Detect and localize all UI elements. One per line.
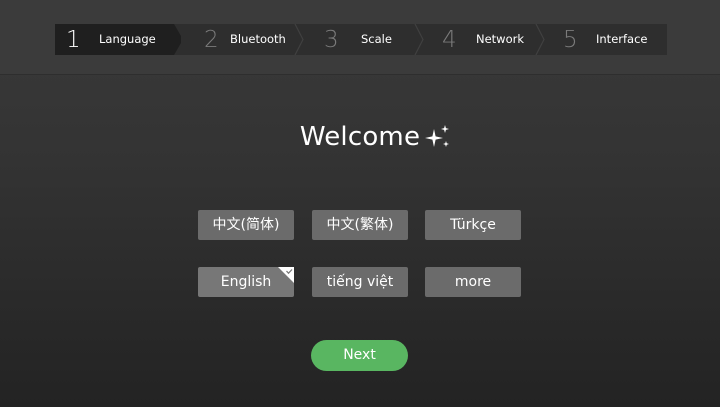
next-button[interactable]: Next — [311, 340, 408, 371]
language-option-more[interactable]: more — [425, 267, 521, 297]
language-option-vietnamese[interactable]: tiếng việt — [312, 267, 408, 297]
step-label: Scale — [361, 32, 392, 46]
step-number: 4 — [442, 27, 457, 53]
language-option-turkish[interactable]: Türkçe — [425, 210, 521, 240]
step-language[interactable]: 1 Language — [55, 24, 181, 55]
step-number: 2 — [204, 27, 219, 53]
step-interface[interactable]: 5 Interface — [552, 24, 667, 55]
language-option-english[interactable]: English — [198, 267, 294, 297]
sparkle-icon — [425, 125, 449, 147]
language-option-label: English — [220, 274, 272, 290]
chevron-right-icon — [535, 24, 545, 55]
welcome-header: Welcome — [0, 122, 720, 152]
step-number: 5 — [563, 27, 578, 53]
setup-stepper: 1 Language 2 Bluetooth 3 Scale 4 Network… — [55, 24, 667, 55]
step-label: Language — [99, 32, 156, 46]
step-number: 1 — [66, 27, 81, 53]
step-label: Interface — [596, 32, 648, 46]
language-option-simplified-chinese[interactable]: 中文(简体) — [198, 210, 294, 240]
chevron-right-icon — [414, 24, 424, 55]
page-title: Welcome — [299, 122, 421, 152]
step-number: 3 — [324, 27, 339, 53]
step-label: Network — [476, 32, 525, 46]
chevron-right-icon — [294, 24, 304, 55]
step-label: Bluetooth — [230, 32, 286, 46]
selected-check-icon — [278, 267, 294, 283]
language-option-traditional-chinese[interactable]: 中文(繁体) — [312, 210, 408, 240]
